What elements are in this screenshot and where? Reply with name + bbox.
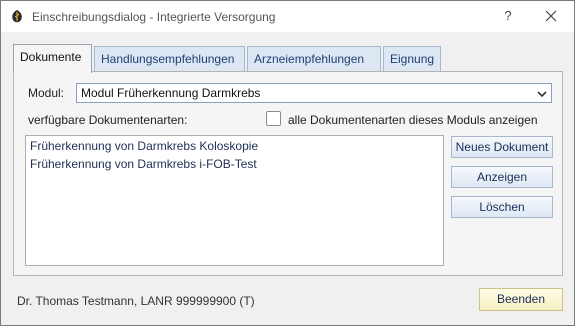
- tab-strip: Dokumente Handlungsempfehlungen Arzneiem…: [13, 44, 563, 73]
- modul-label: Modul:: [28, 86, 65, 100]
- tab-eignung[interactable]: Eignung: [383, 46, 441, 72]
- close-icon[interactable]: [539, 5, 563, 27]
- dialog-window: Einschreibungsdialog - Integrierte Verso…: [0, 0, 575, 326]
- help-button[interactable]: ?: [497, 6, 519, 26]
- list-item[interactable]: Früherkennung von Darmkrebs Koloskopie: [30, 139, 258, 153]
- new-document-button[interactable]: Neues Dokument: [451, 136, 553, 158]
- show-all-checkbox[interactable]: [266, 111, 281, 126]
- user-info: Dr. Thomas Testmann, LANR 999999900 (T): [17, 294, 255, 308]
- window-title: Einschreibungsdialog - Integrierte Verso…: [32, 10, 276, 24]
- delete-button[interactable]: Löschen: [451, 196, 553, 218]
- available-types-label: verfügbare Dokumentenarten:: [28, 113, 188, 127]
- leaf-icon: [10, 9, 24, 24]
- document-type-list[interactable]: Früherkennung von Darmkrebs Koloskopie F…: [25, 135, 444, 266]
- chevron-down-icon[interactable]: [536, 88, 548, 98]
- title-bar[interactable]: Einschreibungsdialog - Integrierte Verso…: [1, 1, 574, 32]
- show-all-label[interactable]: alle Dokumentenarten dieses Moduls anzei…: [288, 113, 538, 127]
- modul-select[interactable]: Modul Früherkennung Darmkrebs: [76, 83, 552, 103]
- close-dialog-button[interactable]: Beenden: [479, 288, 563, 311]
- tab-dokumente[interactable]: Dokumente: [13, 44, 92, 73]
- show-button[interactable]: Anzeigen: [451, 166, 553, 188]
- tab-handlungsempfehlungen[interactable]: Handlungsempfehlungen: [94, 46, 245, 72]
- list-item[interactable]: Früherkennung von Darmkrebs i-FOB-Test: [30, 157, 257, 171]
- modul-select-value: Modul Früherkennung Darmkrebs: [81, 86, 261, 100]
- dokumente-panel: Modul: Modul Früherkennung Darmkrebs ver…: [13, 71, 563, 276]
- tab-arzneiempfehlungen[interactable]: Arzneiempfehlungen: [247, 46, 381, 72]
